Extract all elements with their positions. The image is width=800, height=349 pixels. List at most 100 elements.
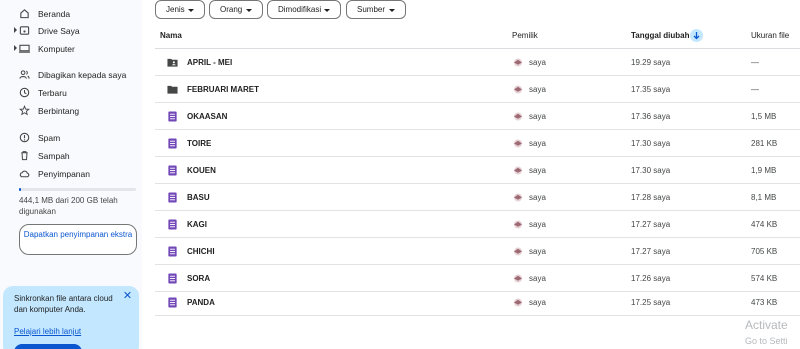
sidebar-item-beranda[interactable]: Beranda [0,5,142,23]
column-header-name[interactable]: Nama [160,31,182,40]
dropdown-arrow-icon [246,9,252,12]
sidebar-item-label: Dibagikan kepada saya [38,70,127,80]
column-header-owner[interactable]: Pemilik [512,31,538,40]
column-header-size[interactable]: Ukuran file [751,31,789,40]
storage-usage-text: 444,1 MB dari 200 GB telah digunakan [19,196,118,216]
file-size: 281 KB [751,139,778,148]
dropdown-arrow-icon [188,9,194,12]
table-row[interactable]: CHICHI saya 17.27 saya 705 KB [155,238,800,265]
sidebar-item-spam[interactable]: Spam [0,129,142,147]
file-owner: saya [529,247,546,256]
file-name: OKAASAN [187,112,228,121]
table-row[interactable]: PANDA saya 17.25 saya 473 KB [155,289,800,316]
sidebar-item-drive-saya[interactable]: Drive Saya [0,22,142,40]
spam-icon [19,132,30,143]
file-modified-date: 17.27 saya [631,220,671,229]
cloud-icon [19,170,30,178]
sync-promo-text: Sinkronkan file antara cloud dan kompute… [14,294,113,314]
file-modified-date: 17.28 saya [631,193,671,202]
table-row[interactable]: KOUEN saya 17.30 saya 1,9 MB [155,157,800,184]
sync-promo-button[interactable] [14,344,82,349]
google-forms-icon [168,111,177,122]
file-size: — [751,85,759,94]
sidebar-item-label: Terbaru [38,88,67,98]
file-name: BASU [187,193,210,202]
dropdown-arrow-icon [324,9,330,12]
file-modified-date: 19.29 saya [631,58,671,67]
avatar [514,139,522,148]
activate-windows-watermark: Activate [745,318,788,332]
table-row[interactable]: OKAASAN saya 17.36 saya 1,5 MB [155,103,800,130]
table-row[interactable]: APRIL - MEI saya 19.29 saya — [155,49,800,76]
filter-chip-label: Sumber [357,5,386,14]
shared-folder-icon [167,58,178,67]
filter-source-chip[interactable]: Sumber [346,0,406,19]
file-name: TOIRE [187,139,212,148]
filter-type-chip[interactable]: Jenis [155,0,205,19]
google-forms-icon [168,165,177,176]
sidebar-item-dibagikan[interactable]: Dibagikan kepada saya [0,66,142,84]
column-header-date[interactable]: Tanggal diubah [631,31,690,40]
avatar [514,274,522,283]
sidebar-item-label: Sampah [38,151,70,161]
google-forms-icon [168,273,177,284]
learn-more-link[interactable]: Pelajari lebih lanjut [14,327,81,336]
clock-icon [19,87,30,98]
storage-progress-fill [19,188,22,191]
file-name: PANDA [187,298,215,307]
file-name: CHICHI [187,247,215,256]
activate-windows-subtext: Go to Setti [745,336,788,346]
file-modified-date: 17.35 saya [631,85,671,94]
sidebar-item-label: Penyimpanan [38,169,90,179]
filter-chip-label: Jenis [166,5,185,14]
google-forms-icon [168,219,177,230]
file-modified-date: 17.36 saya [631,112,671,121]
close-icon[interactable]: ✕ [121,290,134,303]
file-name: KOUEN [187,166,216,175]
file-modified-date: 17.25 saya [631,298,671,307]
sidebar-item-berbintang[interactable]: Berbintang [0,102,142,120]
file-size: 8,1 MB [751,193,777,202]
file-name: FEBRUARI MARET [187,85,259,94]
table-row[interactable]: FEBRUARI MARET saya 17.35 saya — [155,76,800,103]
sidebar-item-sampah[interactable]: Sampah [0,147,142,165]
file-owner: saya [529,220,546,229]
sidebar-item-label: Spam [38,133,61,143]
filter-modified-chip[interactable]: Dimodifikasi [267,0,341,19]
file-modified-date: 17.26 saya [631,274,671,283]
file-size: 1,5 MB [751,112,777,121]
file-name: APRIL - MEI [187,58,233,67]
sync-promo-card: Sinkronkan file antara cloud dan kompute… [3,286,139,349]
sidebar-item-terbaru[interactable]: Terbaru [0,84,142,102]
table-row[interactable]: TOIRE saya 17.30 saya 281 KB [155,130,800,157]
file-modified-date: 17.30 saya [631,139,671,148]
table-row[interactable]: SORA saya 17.26 saya 574 KB [155,265,800,292]
file-modified-date: 17.27 saya [631,247,671,256]
filter-people-chip[interactable]: Orang [209,0,263,19]
file-modified-date: 17.30 saya [631,166,671,175]
expand-caret-icon[interactable] [14,27,17,33]
file-owner: saya [529,139,546,148]
sidebar-item-komputer[interactable]: Komputer [0,40,142,58]
file-owner: saya [529,58,546,67]
star-icon [19,105,30,116]
computer-icon [19,44,30,53]
sidebar-item-penyimpanan[interactable]: Penyimpanan [0,165,142,183]
expand-caret-icon[interactable] [14,45,17,51]
file-owner: saya [529,166,546,175]
file-owner: saya [529,298,546,307]
table-row[interactable]: BASU saya 17.28 saya 8,1 MB [155,184,800,211]
get-more-storage-button[interactable]: Dapatkan penyimpanan ekstra [19,224,137,255]
avatar [514,220,522,229]
trash-icon [21,151,28,161]
sort-direction-button[interactable] [690,29,703,42]
avatar [514,193,522,202]
file-size: 1,9 MB [751,166,777,175]
file-size: 705 KB [751,247,778,256]
table-row[interactable]: KAGI saya 17.27 saya 474 KB [155,211,800,238]
google-forms-icon [168,297,177,308]
folder-icon [167,85,178,94]
sidebar-item-label: Drive Saya [38,26,80,36]
storage-progress-bar [19,188,136,191]
file-owner: saya [529,193,546,202]
